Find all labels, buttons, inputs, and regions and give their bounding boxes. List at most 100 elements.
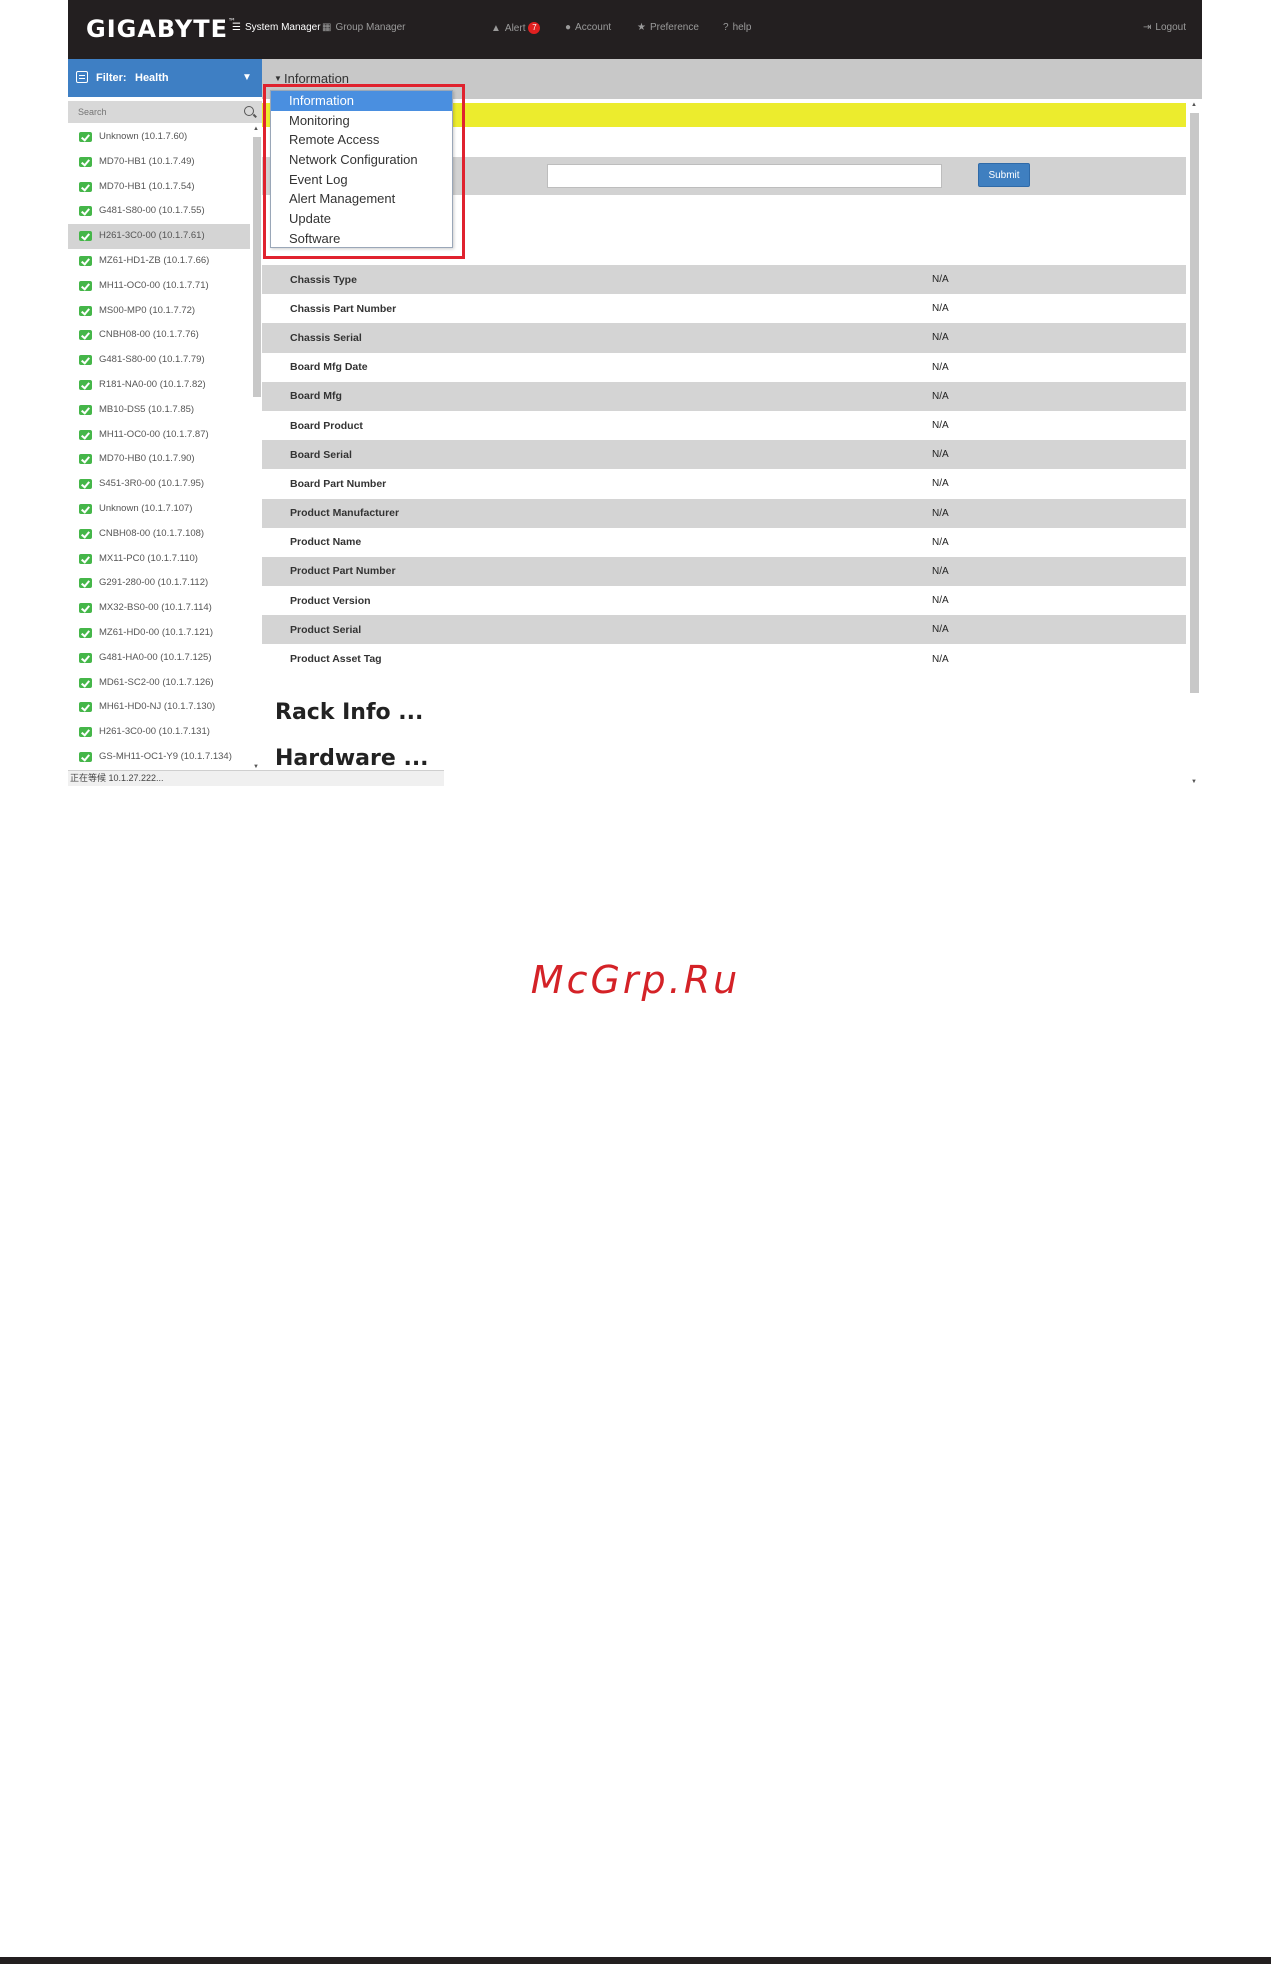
host-list-item[interactable]: MD70-HB1 (10.1.7.49) xyxy=(68,150,250,175)
host-list-item[interactable]: H261-3C0-00 (10.1.7.61) xyxy=(68,224,250,249)
hardware-section[interactable]: Hardware ... xyxy=(275,746,429,771)
host-list-item[interactable]: MZ61-HD0-00 (10.1.7.121) xyxy=(68,621,250,646)
host-label: Unknown (10.1.7.107) xyxy=(99,502,193,514)
host-label: G481-S80-00 (10.1.7.79) xyxy=(99,354,205,366)
nav-account[interactable]: ● Account xyxy=(565,22,611,33)
field-value: N/A xyxy=(932,556,1186,587)
chevron-down-icon: ▼ xyxy=(242,72,252,83)
field-name: Product Part Number xyxy=(262,556,932,587)
host-label: MS00-MP0 (10.1.7.72) xyxy=(99,304,196,316)
host-label: H261-3C0-00 (10.1.7.131) xyxy=(99,726,210,738)
health-ok-icon xyxy=(79,503,92,514)
field-name: Board Serial xyxy=(262,440,932,470)
scroll-up-icon[interactable]: ▲ xyxy=(1191,102,1197,108)
host-list-item[interactable]: Unknown (10.1.7.107) xyxy=(68,497,250,522)
table-row: Chassis Part Number N/A xyxy=(262,294,1186,323)
host-list-item[interactable]: MX11-PC0 (10.1.7.110) xyxy=(68,547,250,572)
value-input[interactable] xyxy=(547,164,942,188)
table-row: Board Product N/A xyxy=(262,411,1186,440)
field-value: N/A xyxy=(932,536,949,548)
scroll-down-icon[interactable]: ▼ xyxy=(1191,779,1197,785)
nav-alert[interactable]: ▲ Alert 7 xyxy=(491,22,541,34)
nav-group-manager[interactable]: ▦ Group Manager xyxy=(322,22,406,33)
host-list-item[interactable]: MH11-OC0-00 (10.1.7.71) xyxy=(68,274,250,299)
host-list-item[interactable]: G481-S80-00 (10.1.7.55) xyxy=(68,199,250,224)
main-scrollbar[interactable]: ▲ ▼ xyxy=(1188,101,1200,785)
host-list-item[interactable]: G481-HA0-00 (10.1.7.125) xyxy=(68,646,250,671)
host-list-item[interactable]: S451-3R0-00 (10.1.7.95) xyxy=(68,472,250,497)
health-ok-icon xyxy=(79,603,92,614)
nav-help[interactable]: ? help xyxy=(723,22,751,33)
table-row: Product Part Number N/A xyxy=(262,556,1186,587)
filter-value: Health xyxy=(135,72,169,84)
host-list-item[interactable]: MS00-MP0 (10.1.7.72) xyxy=(68,299,250,324)
alert-count-badge: 7 xyxy=(528,22,541,34)
host-label: H261-3C0-00 (10.1.7.61) xyxy=(99,230,205,242)
host-list-scrollbar[interactable]: ▲ ▼ xyxy=(252,125,262,770)
health-ok-icon xyxy=(79,206,92,217)
table-row: Product Version N/A xyxy=(262,586,1186,615)
host-label: MD70-HB1 (10.1.7.54) xyxy=(99,180,195,192)
host-list-item[interactable]: CNBH08-00 (10.1.7.76) xyxy=(68,323,250,348)
health-ok-icon xyxy=(79,627,92,638)
filter-list-icon xyxy=(76,71,88,83)
host-search xyxy=(68,101,262,123)
health-ok-icon xyxy=(79,404,92,415)
host-label: G481-S80-00 (10.1.7.55) xyxy=(99,205,205,217)
field-name: Product Asset Tag xyxy=(290,653,382,666)
host-label: MZ61-HD1-ZB (10.1.7.66) xyxy=(99,254,210,266)
health-ok-icon xyxy=(79,231,92,242)
nav-label: help xyxy=(732,22,752,33)
host-label: R181-NA0-00 (10.1.7.82) xyxy=(99,378,206,390)
nav-label: Alert xyxy=(504,23,526,34)
host-search-input[interactable] xyxy=(68,101,238,123)
health-filter-dropdown[interactable]: Filter: Health ▼ xyxy=(68,59,262,97)
host-label: MD61-SC2-00 (10.1.7.126) xyxy=(99,676,214,688)
rack-info-section[interactable]: Rack Info ... xyxy=(275,700,423,725)
host-list-item[interactable]: G481-S80-00 (10.1.7.79) xyxy=(68,348,250,373)
submit-button[interactable]: Submit xyxy=(978,163,1030,187)
field-value: N/A xyxy=(932,478,949,490)
scroll-up-icon[interactable]: ▲ xyxy=(253,126,259,132)
table-row: Board Part Number N/A xyxy=(262,469,1186,498)
host-list-item[interactable]: MD70-HB0 (10.1.7.90) xyxy=(68,447,250,472)
host-list-item[interactable]: MH61-HD0-NJ (10.1.7.130) xyxy=(68,695,250,720)
host-label: MD70-HB1 (10.1.7.49) xyxy=(99,155,195,167)
scrollbar-thumb[interactable] xyxy=(253,137,261,397)
nav-preference[interactable]: ★ Preference xyxy=(637,22,699,33)
host-list-item[interactable]: R181-NA0-00 (10.1.7.82) xyxy=(68,373,250,398)
nav-system-manager[interactable]: ☰ System Manager xyxy=(232,22,321,33)
gigabyte-logo[interactable]: GIGABYTE™ xyxy=(86,15,237,43)
host-label: MB10-DS5 (10.1.7.85) xyxy=(99,403,195,415)
host-list-item[interactable]: MX32-BS0-00 (10.1.7.114) xyxy=(68,596,250,621)
logout-label: Logout xyxy=(1155,22,1186,33)
field-name: Board Part Number xyxy=(290,477,387,490)
field-name: Board Product xyxy=(290,419,363,432)
grid-icon: ▦ xyxy=(322,22,332,33)
host-label: MX32-BS0-00 (10.1.7.114) xyxy=(99,602,212,614)
search-icon[interactable] xyxy=(244,106,254,116)
host-list-item[interactable]: MZ61-HD1-ZB (10.1.7.66) xyxy=(68,249,250,274)
screenshot-frame: GIGABYTE™ ☰ System Manager ▦ Group Manager… xyxy=(68,0,1202,786)
health-ok-icon xyxy=(79,156,92,167)
host-list-item[interactable]: MB10-DS5 (10.1.7.85) xyxy=(68,398,250,423)
health-ok-icon xyxy=(79,727,92,738)
field-name: Product Serial xyxy=(262,615,932,645)
host-label: G481-HA0-00 (10.1.7.125) xyxy=(99,651,212,663)
host-list-item[interactable]: H261-3C0-00 (10.1.7.131) xyxy=(68,720,250,745)
health-ok-icon xyxy=(79,280,92,291)
scrollbar-thumb[interactable] xyxy=(1190,113,1199,693)
host-list-item[interactable]: Unknown (10.1.7.60) xyxy=(68,125,250,150)
host-list-item[interactable]: GS-MH11-OC1-Y9 (10.1.7.134) xyxy=(68,745,250,770)
health-ok-icon xyxy=(79,553,92,564)
field-value: N/A xyxy=(932,420,949,432)
field-value: N/A xyxy=(932,615,1186,645)
logout-button[interactable]: ⇥ Logout xyxy=(1143,22,1186,33)
host-list-item[interactable]: MH11-OC0-00 (10.1.7.87) xyxy=(68,423,250,448)
health-ok-icon xyxy=(79,330,92,341)
host-label: CNBH08-00 (10.1.7.76) xyxy=(99,329,199,341)
host-list-item[interactable]: MD61-SC2-00 (10.1.7.126) xyxy=(68,671,250,696)
host-list-item[interactable]: CNBH08-00 (10.1.7.108) xyxy=(68,522,250,547)
host-list-item[interactable]: G291-280-00 (10.1.7.112) xyxy=(68,571,250,596)
host-list-item[interactable]: MD70-HB1 (10.1.7.54) xyxy=(68,175,250,200)
